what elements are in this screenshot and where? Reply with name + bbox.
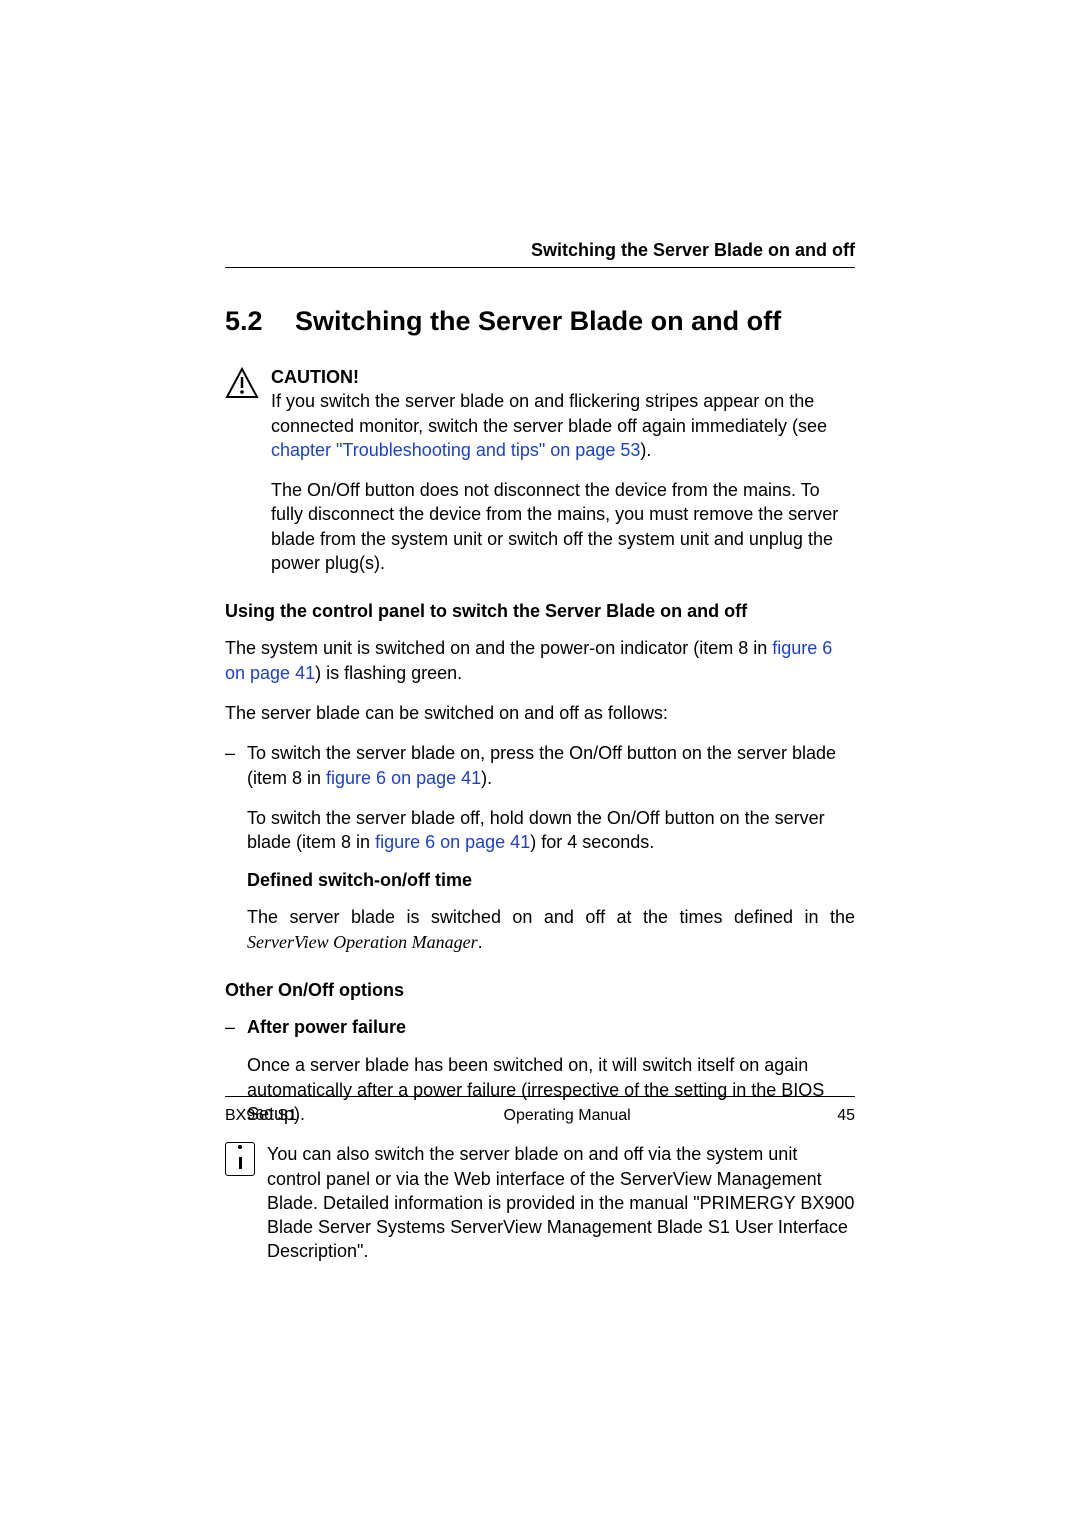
section-heading: 5.2 Switching the Server Blade on and of… (225, 306, 855, 337)
caution-icon (225, 365, 259, 575)
caution-p1b: ). (640, 440, 651, 460)
subhead-defined: Defined switch-on/off time (247, 870, 855, 891)
bullet1-p2b: ) for 4 seconds. (530, 832, 654, 852)
using-p2: The server blade can be switched on and … (225, 701, 855, 725)
page-footer: BX960 S1 Operating Manual 45 (225, 1096, 855, 1125)
running-head: Switching the Server Blade on and off (225, 240, 855, 268)
subhead-other: Other On/Off options (225, 980, 855, 1001)
defined-pb: . (478, 932, 483, 952)
procedure-list: To switch the server blade on, press the… (225, 741, 855, 854)
defined-block: Defined switch-on/off time The server bl… (247, 870, 855, 954)
bullet1b: ). (481, 768, 492, 788)
footer-center: Operating Manual (297, 1107, 837, 1125)
caution-p2: The On/Off button does not disconnect th… (271, 478, 855, 575)
caution-p1a: If you switch the server blade on and fl… (271, 391, 827, 435)
caution-callout: CAUTION! If you switch the server blade … (225, 365, 855, 575)
info-callout: You can also switch the server blade on … (225, 1142, 855, 1263)
footer-page: 45 (837, 1107, 855, 1125)
caution-label: CAUTION! (271, 365, 855, 389)
defined-pa: The server blade is switched on and off … (247, 907, 855, 927)
defined-em: ServerView Operation Manager (247, 932, 478, 952)
link-troubleshooting[interactable]: chapter "Troubleshooting and tips" on pa… (271, 440, 640, 460)
caution-body: CAUTION! If you switch the server blade … (271, 365, 855, 575)
list-item: To switch the server blade on, press the… (225, 741, 855, 854)
using-p1a: The system unit is switched on and the p… (225, 638, 772, 658)
section-title: Switching the Server Blade on and off (295, 306, 855, 337)
after-power-failure-label: After power failure (247, 1017, 406, 1037)
info-body: You can also switch the server blade on … (267, 1142, 855, 1263)
using-p1b: ) is flashing green. (315, 663, 462, 683)
link-figure-3[interactable]: figure 6 on page 41 (375, 832, 530, 852)
footer-rule (225, 1096, 855, 1097)
link-figure-2[interactable]: figure 6 on page 41 (326, 768, 481, 788)
subhead-using: Using the control panel to switch the Se… (225, 601, 855, 622)
info-icon (225, 1142, 255, 1263)
section-number: 5.2 (225, 306, 295, 337)
footer-left: BX960 S1 (225, 1107, 297, 1125)
